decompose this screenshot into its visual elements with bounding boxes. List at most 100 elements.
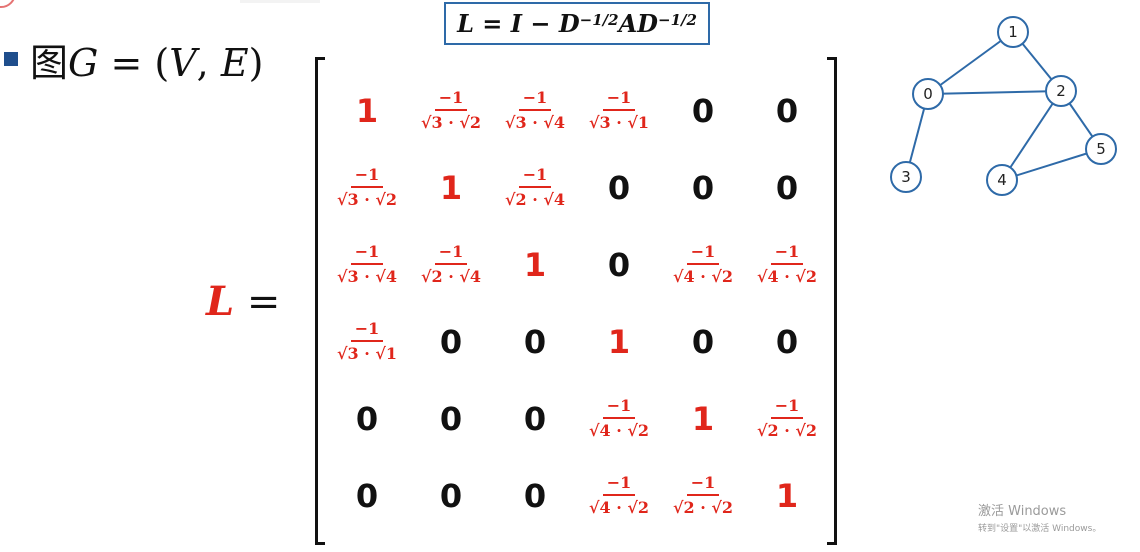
fraction-numerator: −1 xyxy=(686,243,720,265)
fraction-denominator: √2 · √4 xyxy=(420,267,481,286)
matrix-cell-fraction: −1 √4 · √2 xyxy=(577,380,661,457)
normalized-laplacian-formula: L = I − D −1/2 AD −1/2 xyxy=(444,2,710,45)
fraction-denominator: √3 · √4 xyxy=(504,113,565,132)
matrix-cell-diagonal: 1 xyxy=(775,476,799,515)
fraction-denominator: √3 · √4 xyxy=(336,267,397,286)
matrix-cell-zero: 0 xyxy=(355,399,379,438)
fraction-numerator: −1 xyxy=(434,243,468,265)
fraction-numerator: −1 xyxy=(518,166,552,188)
matrix-cell-zero: 0 xyxy=(691,91,715,130)
matrix-cell-zero: 0 xyxy=(439,476,463,515)
top-decoration xyxy=(240,0,320,3)
matrix-cell-diagonal: 1 xyxy=(691,399,715,438)
matrix-cell-fraction: −1 √4 · √2 xyxy=(577,457,661,534)
graph-diagram: 0 1 2 3 4 5 xyxy=(890,16,1117,196)
graph-edge-0-2 xyxy=(927,90,1062,95)
matrix-lhs: L = xyxy=(206,278,280,325)
fraction-numerator: −1 xyxy=(602,89,636,111)
matrix-cell-zero: 0 xyxy=(439,322,463,361)
lhs-L: L xyxy=(206,278,235,325)
matrix-cell-zero: 0 xyxy=(439,399,463,438)
fraction-numerator: −1 xyxy=(350,320,384,342)
fraction-denominator: √4 · √2 xyxy=(756,267,817,286)
matrix-cell-zero: 0 xyxy=(775,91,799,130)
matrix-cell-fraction: −1 √3 · √2 xyxy=(325,149,409,226)
fraction-denominator: √4 · √2 xyxy=(588,498,649,517)
graph-node-label: 0 xyxy=(923,85,933,103)
fraction-denominator: √4 · √2 xyxy=(588,421,649,440)
fraction-denominator: √2 · √2 xyxy=(756,421,817,440)
matrix-cell-fraction: −1 √3 · √1 xyxy=(577,72,661,149)
fraction-denominator: √3 · √1 xyxy=(336,344,397,363)
fraction-numerator: −1 xyxy=(770,397,804,419)
laplacian-matrix: 1 −1 √3 · √2 −1 √3 · √4 −1 √3 · √1 0 0 −1 √3 · √2 1… xyxy=(325,72,827,534)
graph-node-4: 4 xyxy=(986,164,1018,196)
matrix-cell-fraction: −1 √3 · √4 xyxy=(493,72,577,149)
formula-exp2: −1/2 xyxy=(658,10,697,29)
graph-node-label: 4 xyxy=(997,171,1007,189)
heading-V: V xyxy=(169,40,197,85)
matrix-cell-diagonal: 1 xyxy=(439,168,463,207)
graph-edge-2-4 xyxy=(1001,90,1062,181)
bullet-square-icon xyxy=(4,52,18,66)
graph-node-5: 5 xyxy=(1085,133,1117,165)
matrix-cell-zero: 0 xyxy=(607,168,631,207)
matrix-cell-fraction: −1 √3 · √1 xyxy=(325,303,409,380)
matrix-cell-zero: 0 xyxy=(523,399,547,438)
fraction-denominator: √3 · √1 xyxy=(588,113,649,132)
matrix-cell-diagonal: 1 xyxy=(523,245,547,284)
matrix-cell-zero: 0 xyxy=(691,322,715,361)
heading-close: ) xyxy=(248,40,264,85)
graph-node-label: 1 xyxy=(1008,23,1018,41)
heading-comma: , xyxy=(196,40,221,85)
watermark-line1: 激活 Windows xyxy=(978,504,1067,519)
heading-eq: = ( xyxy=(98,40,170,85)
fraction-numerator: −1 xyxy=(602,397,636,419)
formula-lhs: L = I − D xyxy=(457,9,580,38)
graph-node-label: 5 xyxy=(1096,140,1106,158)
matrix-left-bracket xyxy=(315,57,325,545)
fraction-numerator: −1 xyxy=(602,474,636,496)
matrix-cell-fraction: −1 √2 · √4 xyxy=(493,149,577,226)
fraction-numerator: −1 xyxy=(518,89,552,111)
matrix-cell-zero: 0 xyxy=(691,168,715,207)
lhs-eq: = xyxy=(234,279,281,325)
matrix-cell-fraction: −1 √2 · √4 xyxy=(409,226,493,303)
fraction-numerator: −1 xyxy=(434,89,468,111)
fraction-denominator: √2 · √2 xyxy=(672,498,733,517)
matrix-cell-diagonal: 1 xyxy=(607,322,631,361)
heading-text: 图G = (V, E) xyxy=(30,32,263,87)
fraction-numerator: −1 xyxy=(350,243,384,265)
heading-G: G xyxy=(68,40,99,85)
matrix-cell-fraction: −1 √4 · √2 xyxy=(745,226,829,303)
fraction-numerator: −1 xyxy=(686,474,720,496)
fraction-denominator: √4 · √2 xyxy=(672,267,733,286)
matrix-cell-zero: 0 xyxy=(607,245,631,284)
fraction-denominator: √3 · √2 xyxy=(420,113,481,132)
graph-node-label: 2 xyxy=(1056,82,1066,100)
fraction-numerator: −1 xyxy=(770,243,804,265)
formula-exp1: −1/2 xyxy=(579,10,619,29)
matrix-cell-zero: 0 xyxy=(355,476,379,515)
matrix-cell-zero: 0 xyxy=(523,322,547,361)
graph-node-2: 2 xyxy=(1045,75,1077,107)
heading-han: 图 xyxy=(30,40,69,85)
corner-decoration xyxy=(0,0,16,8)
graph-node-1: 1 xyxy=(997,16,1029,48)
fraction-numerator: −1 xyxy=(350,166,384,188)
matrix-cell-zero: 0 xyxy=(523,476,547,515)
slide-heading: 图G = (V, E) xyxy=(4,36,263,85)
graph-node-3: 3 xyxy=(890,161,922,193)
matrix-cell-fraction: −1 √2 · √2 xyxy=(745,380,829,457)
matrix-cell-fraction: −1 √2 · √2 xyxy=(661,457,745,534)
matrix-cell-diagonal: 1 xyxy=(355,91,379,130)
fraction-denominator: √2 · √4 xyxy=(504,190,565,209)
formula-mid: AD xyxy=(618,9,658,38)
matrix-cell-fraction: −1 √3 · √2 xyxy=(409,72,493,149)
matrix-cell-zero: 0 xyxy=(775,168,799,207)
matrix-cell-fraction: −1 √4 · √2 xyxy=(661,226,745,303)
matrix-cell-fraction: −1 √3 · √4 xyxy=(325,226,409,303)
graph-node-label: 3 xyxy=(901,168,911,186)
fraction-denominator: √3 · √2 xyxy=(336,190,397,209)
heading-E: E xyxy=(220,40,249,85)
